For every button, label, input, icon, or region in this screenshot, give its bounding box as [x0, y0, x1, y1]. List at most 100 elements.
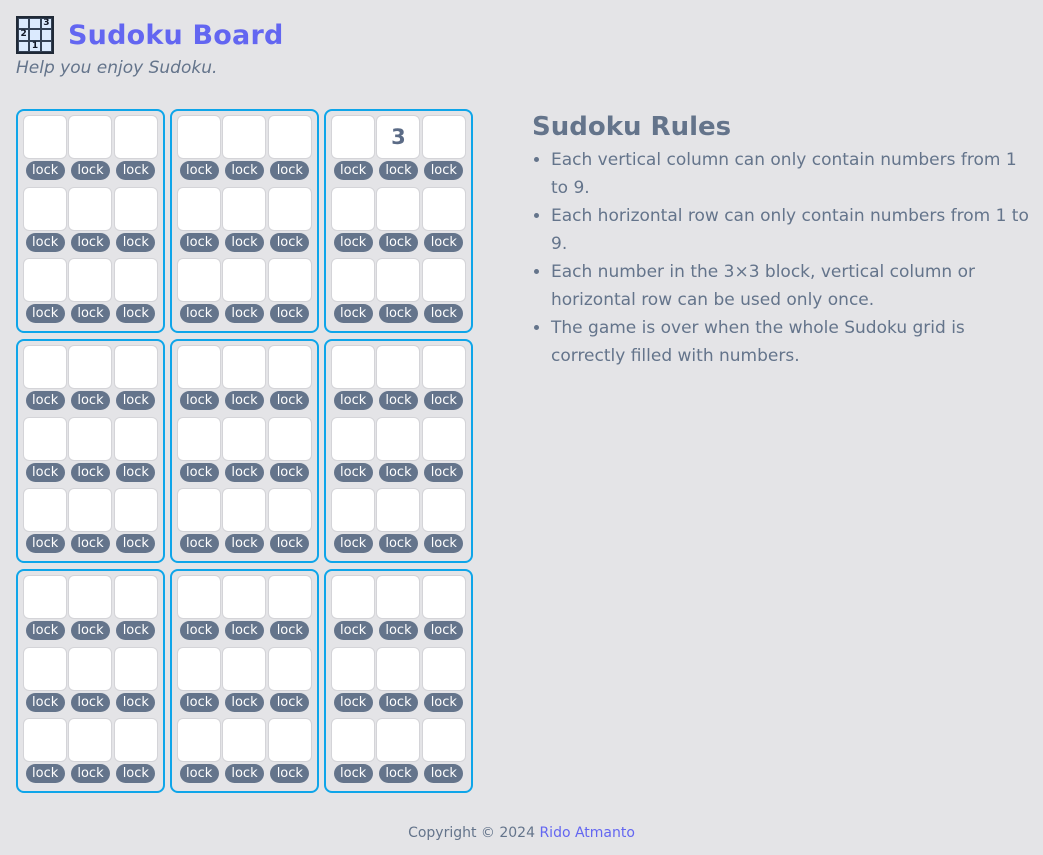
cell-input[interactable]: [331, 186, 376, 231]
lock-button[interactable]: lock: [70, 391, 110, 410]
cell-input[interactable]: [113, 718, 158, 763]
lock-button[interactable]: lock: [333, 621, 373, 640]
lock-button[interactable]: lock: [224, 534, 264, 554]
lock-button[interactable]: lock: [424, 161, 464, 180]
cell-input[interactable]: [177, 115, 222, 159]
lock-button[interactable]: lock: [70, 462, 110, 482]
cell-input[interactable]: [113, 488, 158, 533]
cell-input[interactable]: [177, 345, 222, 389]
cell-input[interactable]: [23, 646, 68, 691]
cell-input[interactable]: [23, 416, 68, 461]
cell-input[interactable]: [331, 258, 376, 303]
cell-input[interactable]: [68, 575, 113, 619]
lock-button[interactable]: lock: [270, 534, 310, 554]
lock-button[interactable]: lock: [270, 621, 310, 640]
cell-input[interactable]: [376, 575, 421, 619]
cell-input[interactable]: [68, 115, 113, 159]
lock-button[interactable]: lock: [25, 534, 65, 554]
lock-button[interactable]: lock: [333, 161, 373, 180]
cell-input[interactable]: [376, 718, 421, 763]
cell-input[interactable]: [421, 718, 466, 763]
cell-input[interactable]: [23, 345, 68, 389]
cell-input[interactable]: [177, 575, 222, 619]
lock-button[interactable]: lock: [116, 764, 156, 784]
cell-input[interactable]: [267, 718, 312, 763]
lock-button[interactable]: lock: [378, 391, 418, 410]
lock-button[interactable]: lock: [333, 391, 373, 410]
cell-input[interactable]: [23, 718, 68, 763]
cell-input[interactable]: [23, 258, 68, 303]
lock-button[interactable]: lock: [179, 764, 219, 784]
lock-button[interactable]: lock: [378, 232, 418, 252]
cell-input[interactable]: [267, 646, 312, 691]
cell-input[interactable]: [68, 345, 113, 389]
cell-input[interactable]: [222, 258, 267, 303]
cell-input[interactable]: [267, 416, 312, 461]
cell-input[interactable]: [113, 646, 158, 691]
cell-input[interactable]: [421, 416, 466, 461]
lock-button[interactable]: lock: [116, 391, 156, 410]
lock-button[interactable]: lock: [116, 304, 156, 324]
author-link[interactable]: Rido Atmanto: [539, 825, 634, 841]
cell-input[interactable]: [267, 258, 312, 303]
cell-input[interactable]: [267, 488, 312, 533]
lock-button[interactable]: lock: [116, 534, 156, 554]
cell-input[interactable]: [113, 115, 158, 159]
lock-button[interactable]: lock: [70, 692, 110, 712]
lock-button[interactable]: lock: [179, 621, 219, 640]
cell-input[interactable]: [376, 416, 421, 461]
cell-input[interactable]: [222, 186, 267, 231]
lock-button[interactable]: lock: [179, 692, 219, 712]
lock-button[interactable]: lock: [333, 232, 373, 252]
lock-button[interactable]: lock: [378, 462, 418, 482]
lock-button[interactable]: lock: [378, 304, 418, 324]
lock-button[interactable]: lock: [333, 692, 373, 712]
lock-button[interactable]: lock: [25, 621, 65, 640]
cell-input[interactable]: [331, 345, 376, 389]
cell-input[interactable]: [331, 115, 376, 159]
lock-button[interactable]: lock: [224, 621, 264, 640]
cell-input[interactable]: [376, 646, 421, 691]
lock-button[interactable]: lock: [116, 161, 156, 180]
lock-button[interactable]: lock: [116, 232, 156, 252]
lock-button[interactable]: lock: [25, 232, 65, 252]
lock-button[interactable]: lock: [116, 462, 156, 482]
cell-input[interactable]: [421, 345, 466, 389]
cell-input[interactable]: [23, 186, 68, 231]
lock-button[interactable]: lock: [224, 161, 264, 180]
cell-input[interactable]: [68, 488, 113, 533]
cell-input[interactable]: [376, 345, 421, 389]
cell-input[interactable]: [68, 416, 113, 461]
cell-input[interactable]: [222, 115, 267, 159]
cell-input[interactable]: [177, 186, 222, 231]
cell-input[interactable]: [376, 488, 421, 533]
cell-input[interactable]: [376, 258, 421, 303]
cell-input[interactable]: [421, 186, 466, 231]
lock-button[interactable]: lock: [378, 621, 418, 640]
cell-input[interactable]: [421, 115, 466, 159]
cell-input[interactable]: [177, 416, 222, 461]
lock-button[interactable]: lock: [270, 232, 310, 252]
lock-button[interactable]: lock: [270, 462, 310, 482]
lock-button[interactable]: lock: [25, 462, 65, 482]
lock-button[interactable]: lock: [179, 161, 219, 180]
cell-input[interactable]: [23, 488, 68, 533]
lock-button[interactable]: lock: [25, 764, 65, 784]
lock-button[interactable]: lock: [378, 534, 418, 554]
lock-button[interactable]: lock: [224, 462, 264, 482]
cell-input[interactable]: [222, 345, 267, 389]
lock-button[interactable]: lock: [424, 764, 464, 784]
lock-button[interactable]: lock: [224, 391, 264, 410]
lock-button[interactable]: lock: [70, 304, 110, 324]
cell-input[interactable]: [23, 115, 68, 159]
cell-input[interactable]: [222, 488, 267, 533]
lock-button[interactable]: lock: [424, 232, 464, 252]
lock-button[interactable]: lock: [378, 161, 418, 180]
cell-input[interactable]: [177, 258, 222, 303]
lock-button[interactable]: lock: [424, 304, 464, 324]
cell-input[interactable]: [113, 258, 158, 303]
lock-button[interactable]: lock: [270, 161, 310, 180]
lock-button[interactable]: lock: [224, 232, 264, 252]
lock-button[interactable]: lock: [333, 304, 373, 324]
lock-button[interactable]: lock: [25, 304, 65, 324]
